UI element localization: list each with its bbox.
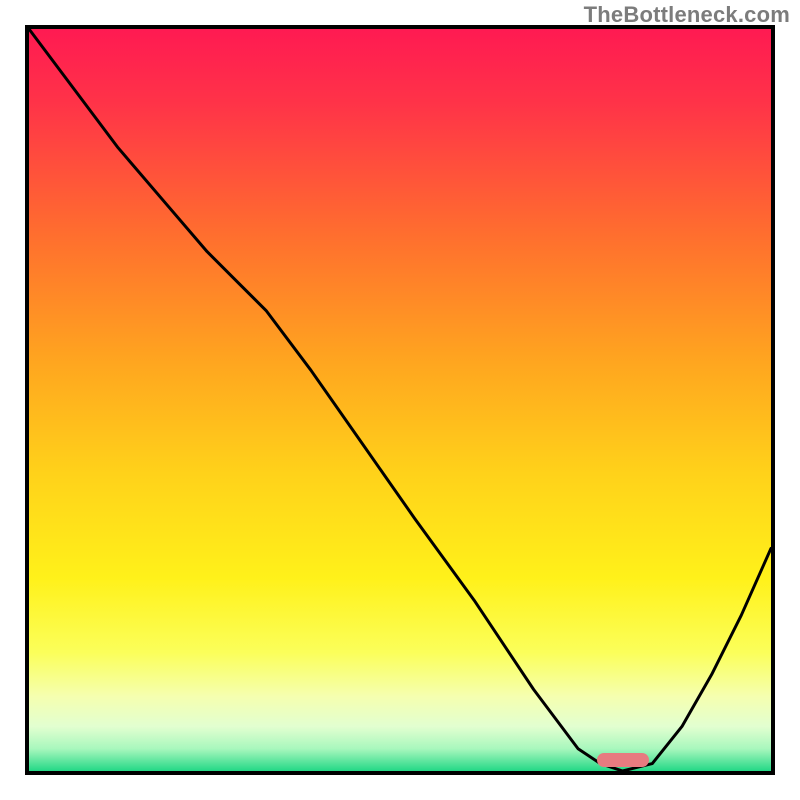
bottleneck-curve [29, 29, 771, 771]
chart-container: TheBottleneck.com [0, 0, 800, 800]
optimal-marker [597, 753, 649, 767]
plot-area [25, 25, 775, 775]
